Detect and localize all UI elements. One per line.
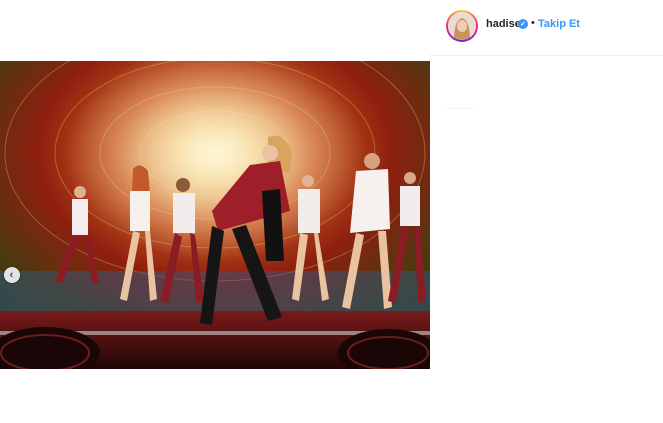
stage-photo bbox=[0, 61, 430, 369]
avatar[interactable] bbox=[446, 10, 478, 42]
username-link[interactable]: hadise bbox=[486, 18, 521, 30]
separator-dot: • bbox=[531, 17, 535, 29]
verified-badge-icon: ✓ bbox=[518, 19, 528, 29]
follow-button[interactable]: Takip Et bbox=[538, 18, 580, 30]
avatar-image bbox=[448, 12, 476, 40]
post-header: hadise ✓ • Takip Et bbox=[430, 0, 663, 56]
post-image[interactable]: ‹ bbox=[0, 61, 430, 369]
carousel-prev-button[interactable]: ‹ bbox=[4, 267, 20, 283]
chevron-left-icon: ‹ bbox=[9, 268, 14, 281]
divider bbox=[446, 108, 476, 109]
